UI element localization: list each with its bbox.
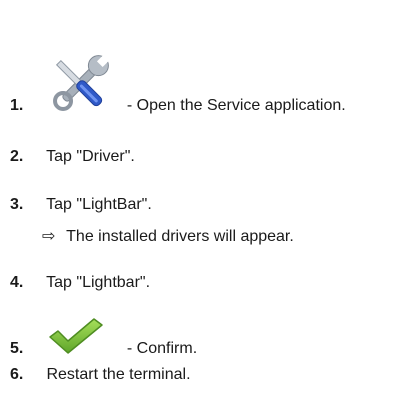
step-2: 2. Tap "Driver".	[10, 147, 135, 167]
step-6: 6. Restart the terminal.	[10, 365, 191, 385]
step-1: 1. - Open the Service application.	[10, 52, 346, 116]
step-5: 5. - Confirm.	[10, 315, 197, 359]
step-number: 6.	[10, 366, 24, 383]
step-text: Tap "Lightbar".	[46, 274, 151, 291]
result-text: The installed drivers will appear.	[66, 228, 294, 245]
step-text: Tap "Driver".	[46, 148, 135, 165]
step-text: Tap "LightBar".	[46, 196, 152, 213]
step-number: 4.	[10, 274, 24, 291]
step-3: 3. Tap "LightBar".	[10, 195, 152, 215]
step-number: 3.	[10, 196, 24, 213]
step-text: - Confirm.	[126, 340, 198, 357]
step-text: Restart the terminal.	[46, 366, 191, 383]
step-3-result: ⇨ The installed drivers will appear.	[42, 226, 294, 247]
step-text: - Open the Service application.	[126, 97, 346, 114]
confirm-checkmark-icon	[46, 315, 106, 359]
result-arrow-icon: ⇨	[42, 226, 56, 245]
step-number: 5.	[10, 340, 24, 357]
step-4: 4. Tap "Lightbar".	[10, 273, 150, 293]
service-tools-icon	[42, 52, 118, 116]
step-number: 2.	[10, 148, 24, 165]
step-number: 1.	[10, 97, 24, 114]
